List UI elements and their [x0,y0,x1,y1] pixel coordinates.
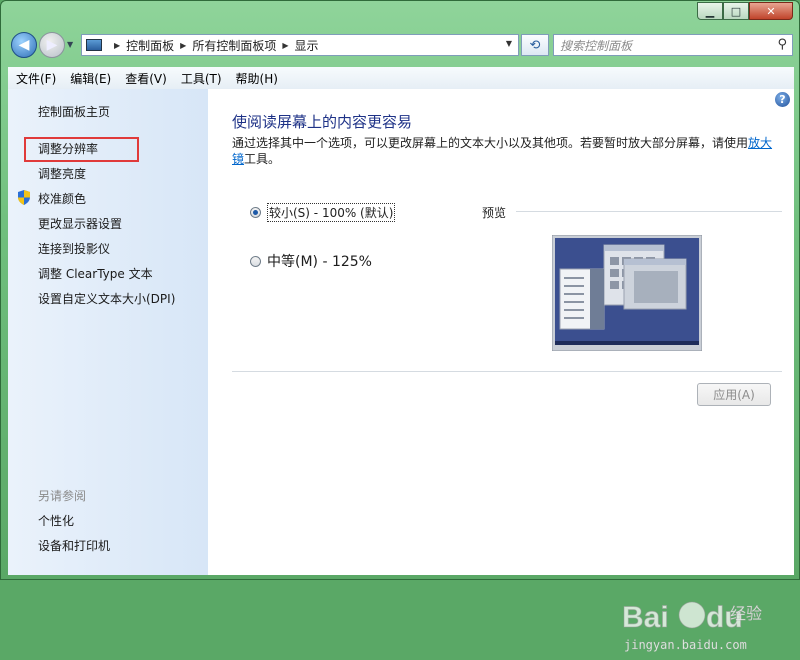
sidebar-item-home[interactable]: 控制面板主页 [38,103,110,120]
minimize-button[interactable]: ▁ [697,2,723,20]
close-button[interactable]: ✕ [749,2,793,20]
see-also-heading: 另请参阅 [38,489,87,503]
chevron-right-icon[interactable]: ▶ [282,41,288,50]
menu-bar: 文件(F) 编辑(E) 查看(V) 工具(T) 帮助(H) [8,67,794,90]
uac-shield-icon [18,190,30,205]
svg-text:Bai: Bai [622,601,669,634]
radio-smaller[interactable] [250,207,261,218]
option-medium[interactable]: 中等(M) - 125% [250,251,372,271]
preview-monitor-image [552,235,702,351]
menu-edit[interactable]: 编辑(E) [62,70,117,87]
sidebar-item-projector[interactable]: 连接到投影仪 [38,240,110,257]
chevron-right-icon[interactable]: ▶ [114,41,120,50]
content-area: 控制面板主页 调整分辨率 调整亮度 校准颜色 更改显示器设置 连接到投影仪 调整… [8,89,794,652]
description-text: 通过选择其中一个选项，可以更改屏幕上的文本大小以及其他项。若要暂时放大部分屏幕，… [232,136,749,150]
sidebar-item-brightness[interactable]: 调整亮度 [38,165,86,182]
option-medium-label[interactable]: 中等(M) - 125% [267,251,372,271]
maximize-icon: □ [730,4,742,18]
preview-divider [516,211,782,212]
option-smaller[interactable]: 较小(S) - 100% (默认) [250,203,396,222]
page-title: 使阅读屏幕上的内容更容易 [232,113,413,131]
svg-text:jingyan.baidu.com: jingyan.baidu.com [624,638,747,652]
breadcrumb-item[interactable]: 控制面板 [126,37,174,54]
refresh-button[interactable]: ⟲ [521,34,549,56]
address-bar-row: ◀ ▶ ▼ ▶ 控制面板 ▶ 所有控制面板项 ▶ 显示 ▼ ⟲ 搜索控制面板 ⚲ [9,31,793,61]
search-icon[interactable]: ⚲ [777,37,787,52]
forward-button[interactable]: ▶ [39,32,65,58]
section-divider [232,371,782,372]
radio-medium[interactable] [250,255,261,267]
sidebar-item-custom-dpi[interactable]: 设置自定义文本大小(DPI) [38,290,175,307]
arrow-left-icon: ◀ [18,37,30,53]
window-frame: ▁ □ ✕ ◀ ▶ ▼ ▶ 控制面板 ▶ 所有控制面板项 ▶ 显示 ▼ ⟲ 搜索… [0,0,800,652]
menu-file[interactable]: 文件(F) [8,70,62,87]
arrow-right-icon: ▶ [46,37,58,53]
help-icon[interactable]: ? [775,92,790,107]
sidebar-item-cleartype[interactable]: 调整 ClearType 文本 [38,265,153,282]
back-button[interactable]: ◀ [11,32,37,58]
apply-button[interactable]: 应用(A) [697,383,771,406]
sidebar-item-display-settings[interactable]: 更改显示器设置 [38,215,122,232]
search-input[interactable]: 搜索控制面板 ⚲ [553,34,793,56]
sidebar-item-calibrate-color[interactable]: 校准颜色 [38,190,86,207]
minimize-icon: ▁ [705,4,715,18]
search-placeholder: 搜索控制面板 [560,38,633,53]
refresh-icon: ⟲ [529,37,541,53]
baidu-logo-icon: Bai du 经验 jingyan.baidu.com [622,601,763,653]
baidu-watermark: Bai du 经验 jingyan.baidu.com [620,587,770,657]
sidebar-item-devices-printers[interactable]: 设备和打印机 [38,537,110,554]
address-field[interactable]: ▶ 控制面板 ▶ 所有控制面板项 ▶ 显示 ▼ [81,34,519,56]
menu-help[interactable]: 帮助(H) [228,70,284,87]
control-panel-icon [86,39,102,51]
sidebar-item-personalize[interactable]: 个性化 [38,512,74,529]
recent-pages-dropdown[interactable]: ▼ [67,40,73,49]
maximize-button[interactable]: □ [723,2,749,20]
menu-tools[interactable]: 工具(T) [173,70,228,87]
option-smaller-label[interactable]: 较小(S) - 100% (默认) [267,203,396,222]
chevron-right-icon[interactable]: ▶ [180,41,186,50]
breadcrumb-item[interactable]: 显示 [295,37,319,54]
menu-view[interactable]: 查看(V) [117,70,173,87]
description-tail: 工具。 [244,152,281,166]
page-description: 通过选择其中一个选项，可以更改屏幕上的文本大小以及其他项。若要暂时放大部分屏幕，… [232,135,778,167]
svg-text:经验: 经验 [730,604,762,623]
close-icon: ✕ [766,4,776,18]
sidebar: 控制面板主页 调整分辨率 调整亮度 校准颜色 更改显示器设置 连接到投影仪 调整… [8,89,208,575]
breadcrumb-item[interactable]: 所有控制面板项 [192,37,276,54]
caption-buttons: ▁ □ ✕ [697,2,793,20]
preview-label: 预览 [482,206,507,220]
sidebar-item-resolution[interactable]: 调整分辨率 [38,140,98,157]
chevron-down-icon[interactable]: ▼ [506,39,512,48]
